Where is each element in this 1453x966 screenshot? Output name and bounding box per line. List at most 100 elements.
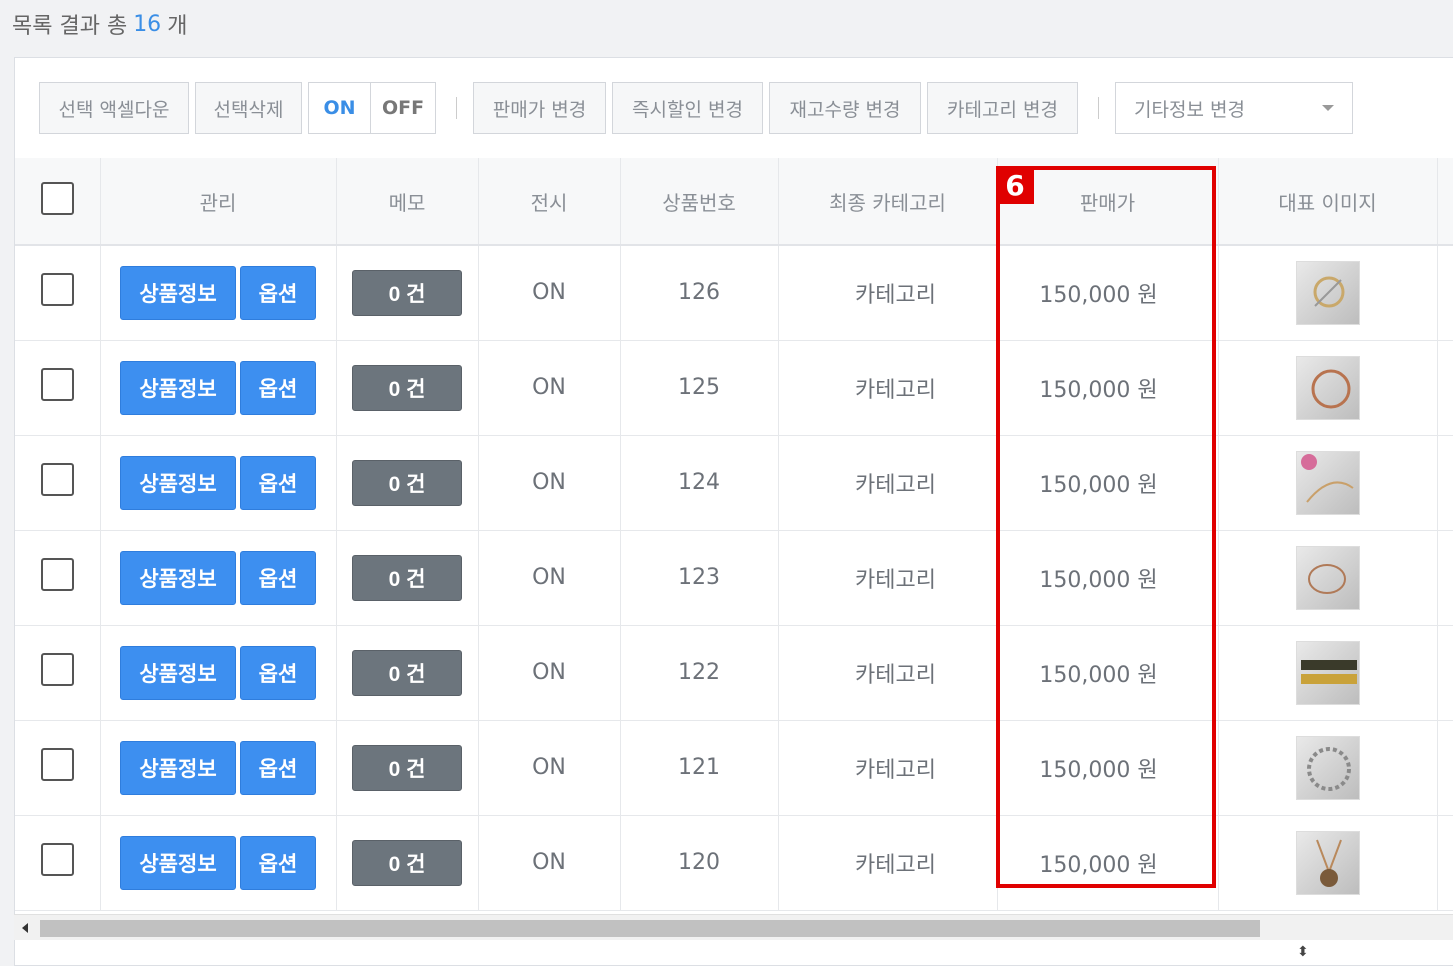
sale-price: 150,000 원 <box>997 815 1219 911</box>
overflow-cell <box>1437 625 1453 721</box>
toolbar-divider <box>456 97 457 119</box>
table-row: 상품정보 옵션 0 건 ON 124 카테고리 150,000 원 <box>15 435 1453 531</box>
resize-handle-icon[interactable]: ⬍ <box>1297 944 1309 960</box>
image-cell <box>1218 530 1438 626</box>
memo-button[interactable]: 0 건 <box>352 649 462 696</box>
column-manage: 관리 <box>100 158 337 246</box>
sale-price: 150,000 원 <box>997 340 1219 436</box>
change-category-button[interactable]: 카테고리 변경 <box>927 82 1078 134</box>
column-display: 전시 <box>478 158 621 246</box>
product-thumbnail[interactable] <box>1295 355 1360 420</box>
row-select-cell <box>15 435 101 531</box>
row-checkbox[interactable] <box>40 748 74 781</box>
manage-cell: 상품정보 옵션 <box>100 530 337 626</box>
memo-button[interactable]: 0 건 <box>352 554 462 601</box>
display-status[interactable]: ON <box>478 340 621 436</box>
column-product-no: 상품번호 <box>620 158 779 246</box>
product-info-button[interactable]: 상품정보 <box>120 360 236 415</box>
overflow-cell <box>1437 435 1453 531</box>
memo-button[interactable]: 0 건 <box>352 269 462 316</box>
off-button[interactable]: OFF <box>371 82 436 134</box>
display-status[interactable]: ON <box>478 435 621 531</box>
display-status[interactable]: ON <box>478 720 621 816</box>
product-info-button[interactable]: 상품정보 <box>120 740 236 795</box>
product-thumbnail[interactable] <box>1295 830 1360 895</box>
sale-price: 150,000 원 <box>997 530 1219 626</box>
product-thumbnail[interactable] <box>1295 260 1360 325</box>
memo-button[interactable]: 0 건 <box>352 839 462 886</box>
product-number: 124 <box>620 435 779 531</box>
row-checkbox[interactable] <box>40 368 74 401</box>
row-select-cell <box>15 720 101 816</box>
display-status[interactable]: ON <box>478 530 621 626</box>
final-category: 카테고리 <box>778 435 998 531</box>
row-checkbox[interactable] <box>40 273 74 307</box>
memo-button[interactable]: 0 건 <box>352 364 462 411</box>
horizontal-scrollbar[interactable] <box>14 914 1453 940</box>
select-all-cell <box>15 158 101 246</box>
product-info-button[interactable]: 상품정보 <box>120 835 236 890</box>
excel-download-button[interactable]: 선택 액셀다운 <box>39 82 189 134</box>
sale-price: 150,000 원 <box>997 435 1219 531</box>
row-checkbox[interactable] <box>40 463 74 496</box>
change-price-button[interactable]: 판매가 변경 <box>473 82 606 134</box>
table-row: 상품정보 옵션 0 건 ON 126 카테고리 150,000 원 <box>15 245 1453 341</box>
option-button[interactable]: 옵션 <box>240 835 316 890</box>
change-discount-button[interactable]: 즉시할인 변경 <box>612 82 763 134</box>
overflow-cell <box>1437 720 1453 816</box>
product-number: 122 <box>620 625 779 721</box>
on-button[interactable]: ON <box>308 82 371 134</box>
scrollbar-thumb[interactable] <box>40 920 1260 937</box>
option-button[interactable]: 옵션 <box>240 740 316 795</box>
final-category: 카테고리 <box>778 530 998 626</box>
change-stock-button[interactable]: 재고수량 변경 <box>769 82 921 134</box>
product-number: 120 <box>620 815 779 911</box>
manage-cell: 상품정보 옵션 <box>100 720 337 816</box>
product-thumbnail[interactable] <box>1295 545 1360 610</box>
other-info-select[interactable]: 기타정보 변경 <box>1115 82 1353 134</box>
table-row: 상품정보 옵션 0 건 ON 121 카테고리 150,000 원 <box>15 720 1453 816</box>
product-info-button[interactable]: 상품정보 <box>120 645 236 700</box>
sale-price: 150,000 원 <box>997 245 1219 341</box>
select-all-checkbox[interactable] <box>40 182 74 215</box>
row-checkbox[interactable] <box>40 558 74 591</box>
display-status[interactable]: ON <box>478 815 621 911</box>
image-cell <box>1218 720 1438 816</box>
option-button[interactable]: 옵션 <box>240 455 316 510</box>
delete-selected-button[interactable]: 선택삭제 <box>195 82 302 134</box>
final-category: 카테고리 <box>778 340 998 436</box>
memo-cell: 0 건 <box>336 340 479 436</box>
scroll-left-icon[interactable] <box>22 923 28 933</box>
display-status[interactable]: ON <box>478 625 621 721</box>
product-thumbnail[interactable] <box>1295 735 1360 800</box>
image-cell <box>1218 435 1438 531</box>
image-cell <box>1218 625 1438 721</box>
row-select-cell <box>15 340 101 436</box>
product-thumbnail[interactable] <box>1295 450 1360 515</box>
final-category: 카테고리 <box>778 720 998 816</box>
row-checkbox[interactable] <box>40 843 74 876</box>
manage-cell: 상품정보 옵션 <box>100 435 337 531</box>
product-info-button[interactable]: 상품정보 <box>120 455 236 510</box>
memo-button[interactable]: 0 건 <box>352 744 462 791</box>
final-category: 카테고리 <box>778 245 998 341</box>
table-row: 상품정보 옵션 0 건 ON 122 카테고리 150,000 원 <box>15 625 1453 721</box>
table-header-row: 관리 메모 전시 상품번호 최종 카테고리 판매가 대표 이미지 <box>15 158 1453 246</box>
column-overflow <box>1437 158 1453 246</box>
row-checkbox[interactable] <box>40 653 74 686</box>
product-number: 123 <box>620 530 779 626</box>
overflow-cell <box>1437 245 1453 341</box>
option-button[interactable]: 옵션 <box>240 550 316 605</box>
product-info-button[interactable]: 상품정보 <box>120 550 236 605</box>
option-button[interactable]: 옵션 <box>240 265 316 320</box>
product-number: 125 <box>620 340 779 436</box>
option-button[interactable]: 옵션 <box>240 645 316 700</box>
product-info-button[interactable]: 상품정보 <box>120 265 236 320</box>
product-thumbnail[interactable] <box>1295 640 1360 705</box>
display-status[interactable]: ON <box>478 245 621 341</box>
memo-button[interactable]: 0 건 <box>352 459 462 506</box>
table-row: 상품정보 옵션 0 건 ON 123 카테고리 150,000 원 <box>15 530 1453 626</box>
option-button[interactable]: 옵션 <box>240 360 316 415</box>
table-row: 상품정보 옵션 0 건 ON 120 카테고리 150,000 원 <box>15 815 1453 911</box>
caret-down-icon <box>1322 105 1334 111</box>
